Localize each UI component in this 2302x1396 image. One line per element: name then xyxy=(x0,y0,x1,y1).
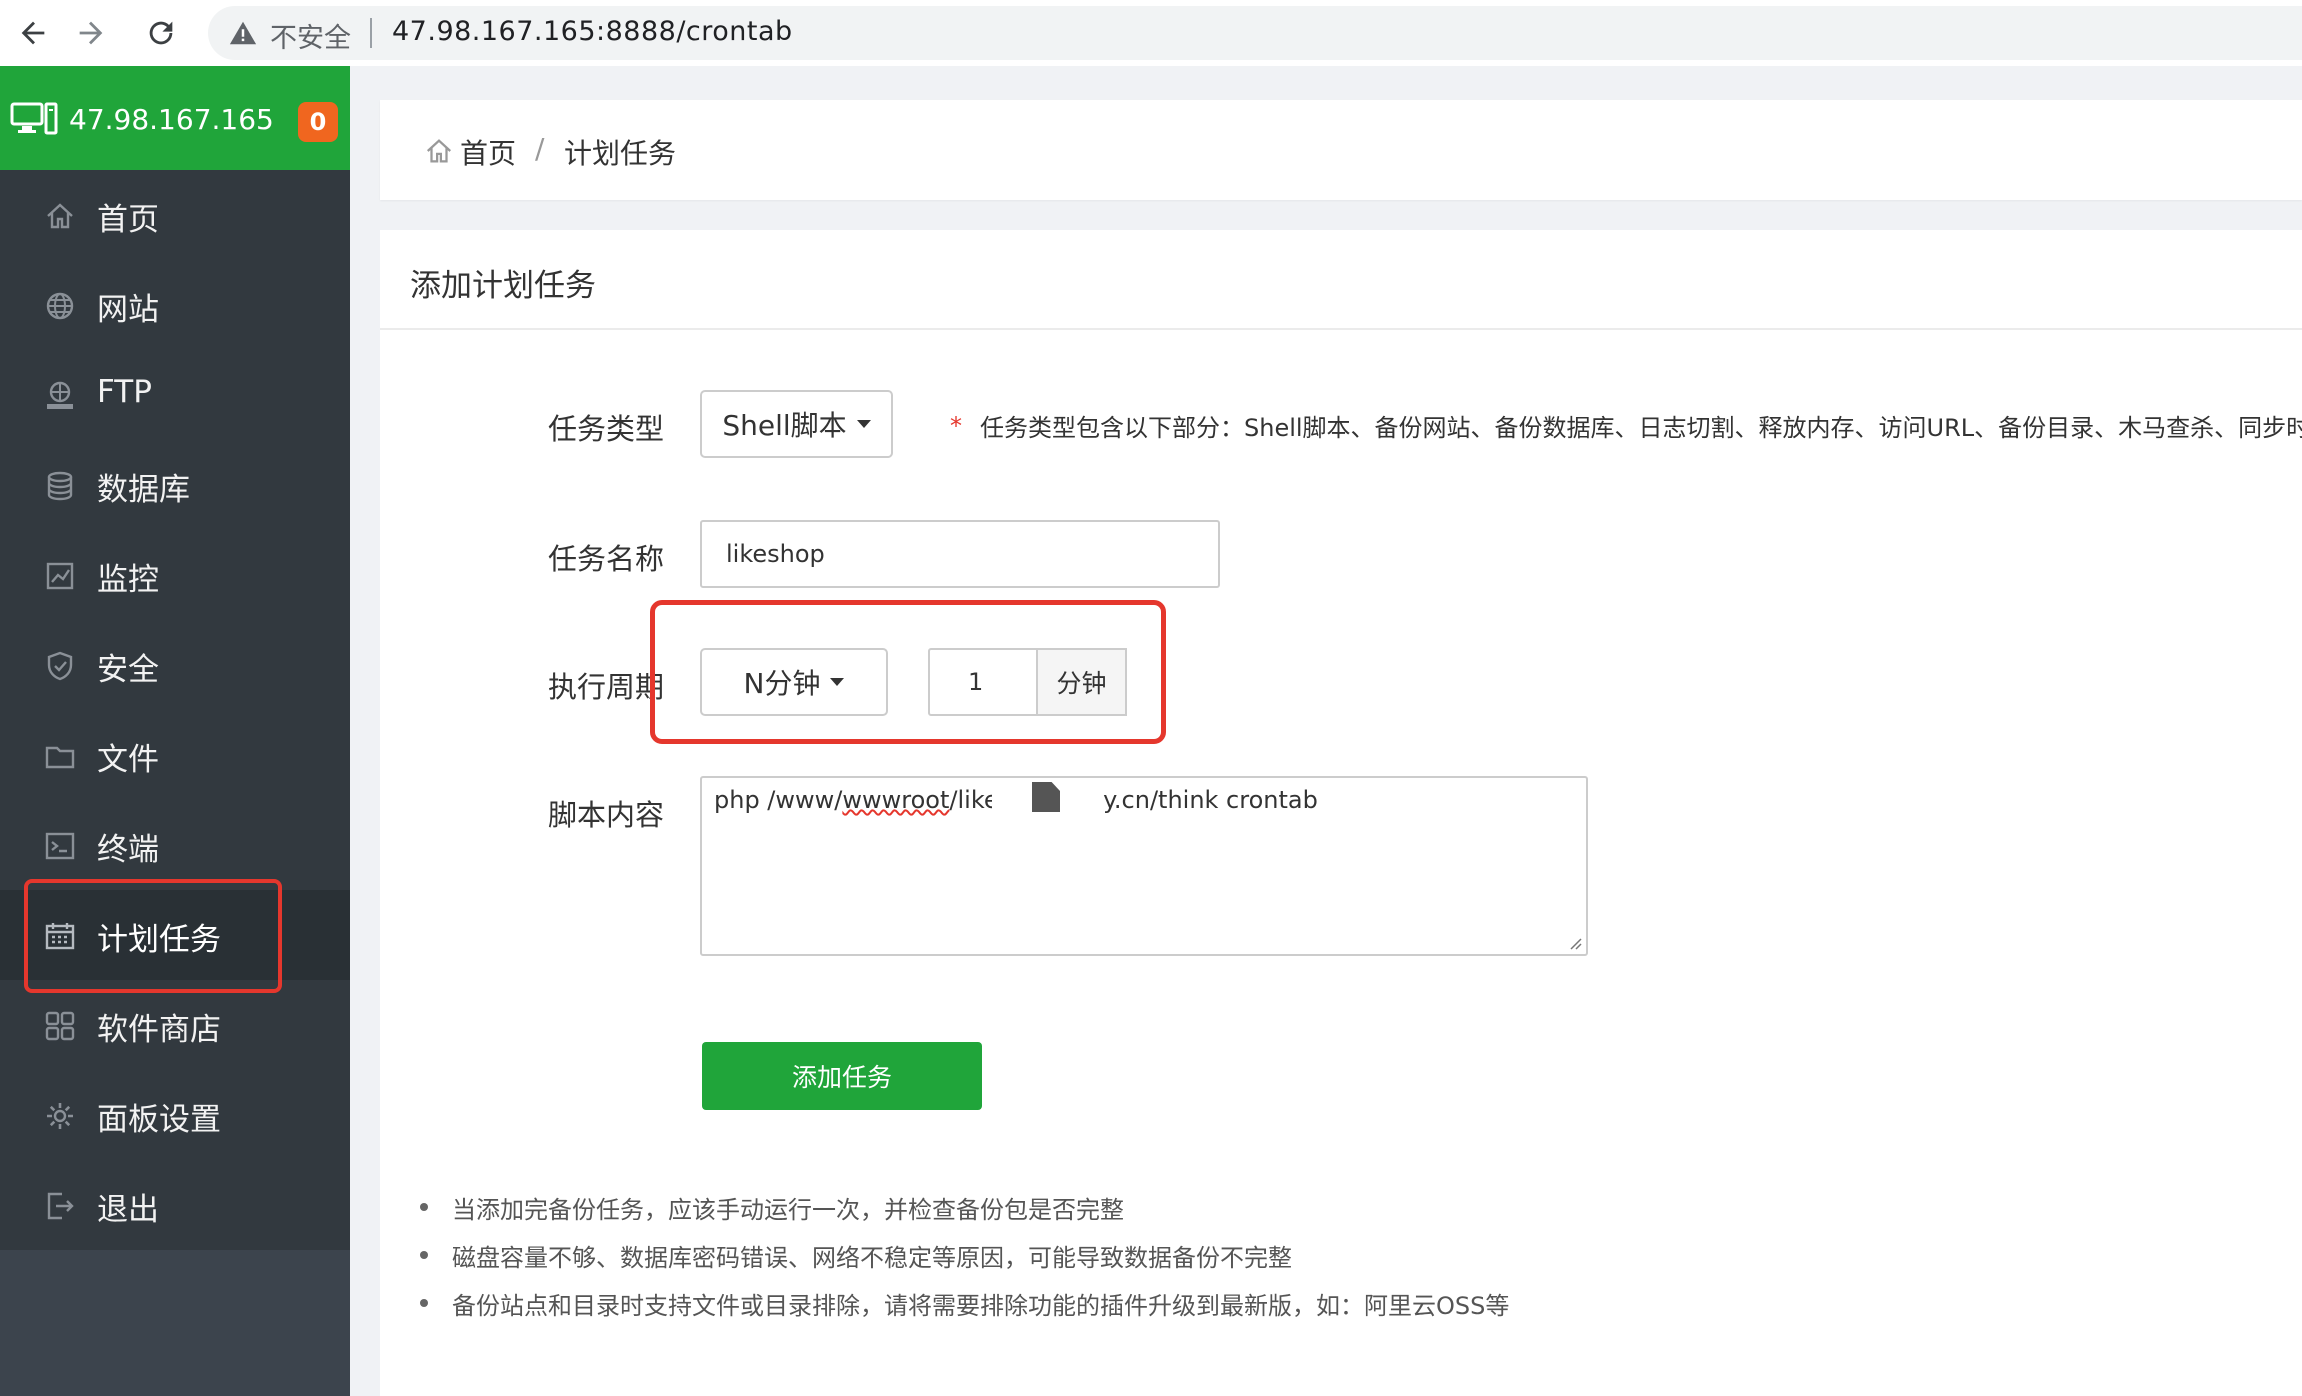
task-name-input[interactable]: likeshop xyxy=(700,520,1220,588)
sidebar-item-label: 安全 xyxy=(97,652,159,688)
omnibox-divider xyxy=(370,18,372,48)
task-name-label: 任务名称 xyxy=(548,542,665,576)
browser-toolbar: 不安全 47.98.167.165:8888/crontab xyxy=(0,0,2302,66)
sidebar-highlight-annotation xyxy=(24,879,282,993)
sidebar-item-label: 数据库 xyxy=(97,472,190,508)
sidebar-item-label: 退出 xyxy=(97,1192,159,1228)
shield-icon xyxy=(47,651,73,681)
task-type-select[interactable]: Shell脚本 xyxy=(700,390,893,458)
url-text[interactable]: 47.98.167.165:8888/crontab xyxy=(392,16,793,47)
back-button[interactable] xyxy=(8,8,58,58)
tip-text: 备份站点和目录时支持文件或目录排除，请将需要排除功能的插件升级到最新版，如：阿里… xyxy=(452,1292,1510,1320)
title-divider xyxy=(380,328,2302,330)
list-item: 当添加完备份任务，应该手动运行一次，并检查备份包是否完整 xyxy=(420,1190,1509,1238)
script-label: 脚本内容 xyxy=(548,798,665,832)
reload-button[interactable] xyxy=(136,8,186,58)
add-task-panel: 添加计划任务 任务类型 Shell脚本 * 任务类型包含以下部分：Shell脚本… xyxy=(380,230,2302,1396)
monitor-chart-icon xyxy=(46,562,74,590)
resize-handle-icon[interactable] xyxy=(1566,934,1582,950)
sidebar-item-home[interactable]: 首页 xyxy=(0,170,350,260)
forward-button[interactable] xyxy=(66,8,116,58)
script-spellcheck-word: wwwroot xyxy=(842,786,950,814)
home-icon xyxy=(426,139,452,163)
bullet-icon xyxy=(420,1299,428,1307)
ftp-icon xyxy=(47,381,73,409)
arrow-left-icon xyxy=(21,21,45,45)
home-icon xyxy=(47,203,73,229)
insecure-label: 不安全 xyxy=(270,23,351,54)
sidebar-item-label: 首页 xyxy=(97,202,159,238)
task-type-label: 任务类型 xyxy=(548,412,665,446)
sidebar-item-label: 软件商店 xyxy=(97,1012,221,1048)
tips-list: 当添加完备份任务，应该手动运行一次，并检查备份包是否完整 磁盘容量不够、数据库密… xyxy=(420,1190,1509,1334)
sidebar-item-label: 监控 xyxy=(97,562,159,598)
breadcrumb-separator: / xyxy=(535,132,545,165)
sidebar-item-label: 网站 xyxy=(97,292,159,328)
sidebar-item-database[interactable]: 数据库 xyxy=(0,440,350,530)
apps-grid-icon xyxy=(45,1011,75,1041)
sidebar-item-files[interactable]: 文件 xyxy=(0,710,350,800)
address-bar[interactable]: 不安全 47.98.167.165:8888/crontab xyxy=(208,6,2302,60)
task-type-hint: 任务类型包含以下部分：Shell脚本、备份网站、备份数据库、日志切割、释放内存、… xyxy=(980,414,2302,442)
period-highlight-annotation xyxy=(650,600,1166,744)
terminal-icon xyxy=(45,832,75,860)
server-monitor-icon xyxy=(10,102,58,135)
logout-icon xyxy=(47,1192,74,1220)
folder-icon xyxy=(45,746,75,769)
add-task-button[interactable]: 添加任务 xyxy=(702,1042,982,1110)
breadcrumb-home-link[interactable]: 首页 xyxy=(460,132,516,172)
page-title: 添加计划任务 xyxy=(410,268,596,304)
task-name-value: likeshop xyxy=(726,540,825,568)
breadcrumb-current: 计划任务 xyxy=(564,137,677,170)
notification-badge[interactable]: 0 xyxy=(298,102,338,142)
list-item: 磁盘容量不够、数据库密码错误、网络不稳定等原因，可能导致数据备份不完整 xyxy=(420,1238,1509,1286)
sidebar-item-security[interactable]: 安全 xyxy=(0,620,350,710)
sidebar-item-label: 终端 xyxy=(97,832,159,868)
sidebar-item-monitor[interactable]: 监控 xyxy=(0,530,350,620)
bullet-icon xyxy=(420,1251,428,1259)
sidebar-item-label: 文件 xyxy=(97,742,159,778)
tip-text: 磁盘容量不够、数据库密码错误、网络不稳定等原因，可能导致数据备份不完整 xyxy=(452,1244,1292,1272)
sidebar-item-logout[interactable]: 退出 xyxy=(0,1160,350,1250)
sidebar-header: 47.98.167.165 0 xyxy=(0,66,350,170)
globe-icon xyxy=(46,292,74,320)
list-item: 备份站点和目录时支持文件或目录排除，请将需要排除功能的插件升级到最新版，如：阿里… xyxy=(420,1286,1509,1334)
server-ip: 47.98.167.165 xyxy=(69,103,274,136)
period-label: 执行周期 xyxy=(548,670,665,704)
script-prefix: php /www/ xyxy=(714,786,843,814)
sidebar-item-app-store[interactable]: 软件商店 xyxy=(0,980,350,1070)
arrow-right-icon xyxy=(79,21,103,45)
sidebar-item-website[interactable]: 网站 xyxy=(0,260,350,350)
sidebar-item-label: 面板设置 xyxy=(97,1102,221,1138)
warning-icon xyxy=(229,21,257,45)
sidebar: 47.98.167.165 0 首页 网站 FTP 数据库 监控 安全 文件 终… xyxy=(0,66,350,1396)
sidebar-menu: 首页 网站 FTP 数据库 监控 安全 文件 终端 计划任务 软件商店 面板设置… xyxy=(0,170,350,1250)
task-type-value: Shell脚本 xyxy=(722,409,847,442)
sidebar-item-terminal[interactable]: 终端 xyxy=(0,800,350,890)
reload-icon xyxy=(149,21,173,45)
tip-text: 当添加完备份任务，应该手动运行一次，并检查备份包是否完整 xyxy=(452,1196,1124,1224)
gear-icon xyxy=(47,1103,73,1129)
script-content-textarea[interactable]: php /www/wwwroot/likes y.cn/think crontab xyxy=(700,776,1588,956)
bullet-icon xyxy=(420,1203,428,1211)
required-star: * xyxy=(950,412,962,440)
breadcrumb: 首页 / 计划任务 xyxy=(380,100,2302,200)
database-icon xyxy=(47,471,73,501)
sidebar-item-ftp[interactable]: FTP xyxy=(0,350,350,440)
sidebar-item-label: FTP xyxy=(97,374,152,410)
caret-down-icon xyxy=(856,420,871,428)
script-suffix: y.cn/think crontab xyxy=(1103,786,1318,814)
sidebar-item-settings[interactable]: 面板设置 xyxy=(0,1070,350,1160)
